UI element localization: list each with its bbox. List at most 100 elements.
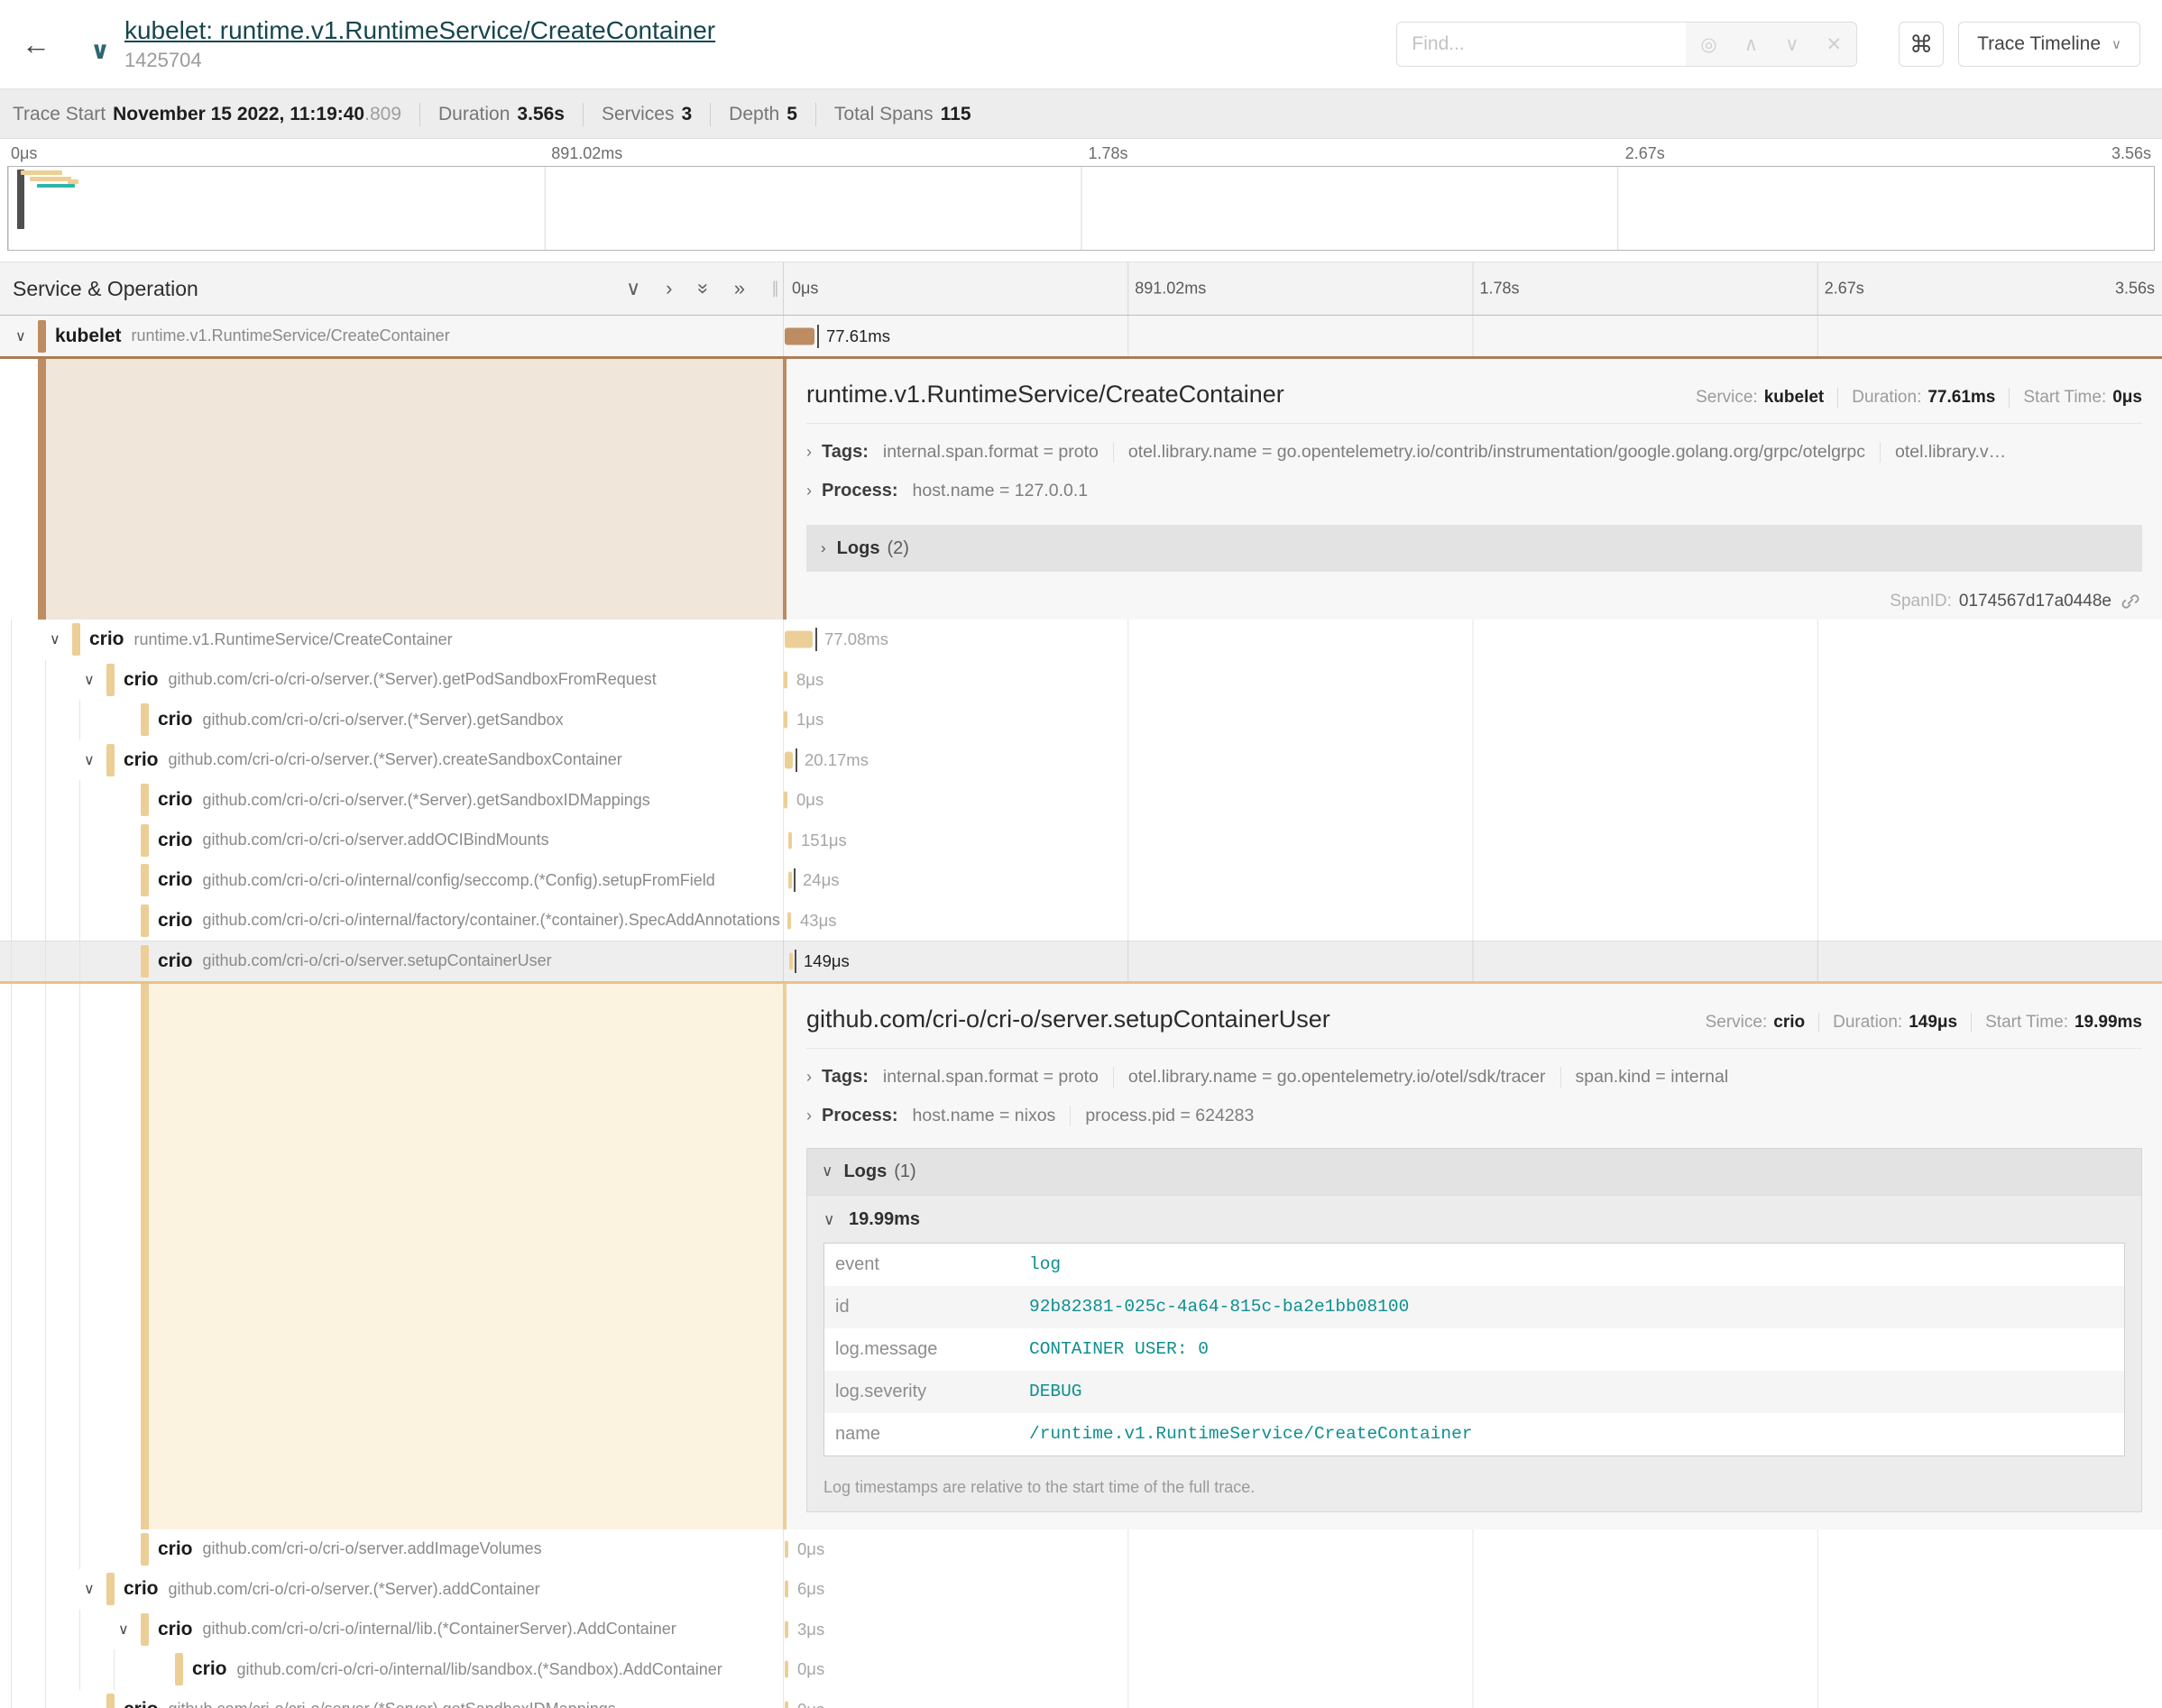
expander-icon: ∨: [822, 1162, 833, 1180]
header-controls: ◎ ∧ ∨ ✕ ⌘ Trace Timeline ∨: [1396, 22, 2162, 67]
back-icon[interactable]: ←: [22, 28, 51, 61]
indent-guide: [79, 1610, 114, 1650]
column-resize-handle[interactable]: ∥: [771, 280, 781, 298]
span-row[interactable]: crio github.com/cri-o/cri-o/server.(*Ser…: [0, 780, 2162, 821]
span-row[interactable]: crio github.com/cri-o/cri-o/server.addOC…: [0, 821, 2162, 861]
minimap-scrubber-handle[interactable]: [17, 170, 24, 229]
log-field-key: log.message: [835, 1339, 1029, 1360]
trace-start-value: November 15 2022, 11:19:40: [113, 104, 364, 125]
indent-guide: [79, 984, 114, 1529]
collapse-all-icon[interactable]: »: [692, 283, 715, 294]
expander-icon: ›: [821, 539, 826, 557]
span-row[interactable]: crio github.com/cri-o/cri-o/server.(*Ser…: [0, 700, 2162, 740]
span-row[interactable]: crio github.com/cri-o/cri-o/server.(*Ser…: [0, 1690, 2162, 1708]
log-field-value: DEBUG: [1029, 1382, 1082, 1401]
span-tick: [815, 628, 817, 651]
span-row-selected[interactable]: crio github.com/cri-o/cri-o/server.setup…: [0, 941, 2162, 981]
chevron-down-icon[interactable]: ∨: [79, 751, 106, 769]
span-row[interactable]: crio github.com/cri-o/cri-o/internal/con…: [0, 860, 2162, 901]
indent-guide: [114, 1649, 148, 1690]
span-row[interactable]: ∨ crio runtime.v1.RuntimeService/CreateC…: [0, 620, 2162, 660]
clear-search-icon[interactable]: ✕: [1826, 33, 1842, 56]
indent-guide: [11, 1569, 45, 1610]
log-entry-header[interactable]: ∨ 19.99ms: [807, 1196, 2141, 1239]
span-duration: 77.08ms: [824, 629, 888, 649]
service-color-bar: [141, 984, 149, 1529]
trace-start-ms: .809: [364, 104, 401, 125]
logs-accordion[interactable]: › Logs (2): [806, 525, 2142, 572]
trace-collapse-icon[interactable]: ∨: [90, 37, 110, 65]
span-bar[interactable]: [789, 952, 793, 969]
chevron-down-icon[interactable]: ∨: [45, 630, 72, 648]
span-bar[interactable]: [785, 1621, 788, 1638]
expander-icon: ∨: [823, 1211, 834, 1228]
process-label: Process:: [822, 1106, 898, 1126]
keyboard-shortcuts-button[interactable]: ⌘: [1899, 22, 1944, 67]
log-field-row: log.severity DEBUG: [824, 1371, 2124, 1413]
indent-guide: [11, 1529, 45, 1570]
find-input[interactable]: [1397, 23, 1686, 66]
span-bar[interactable]: [785, 327, 814, 344]
span-bar[interactable]: [784, 792, 787, 809]
span-bar[interactable]: [784, 712, 787, 729]
chevron-down-icon[interactable]: ∨: [79, 671, 106, 689]
chevron-down-icon[interactable]: ∨: [114, 1621, 141, 1639]
view-selector-button[interactable]: Trace Timeline ∨: [1958, 22, 2140, 67]
chevron-down-icon[interactable]: ∨: [11, 327, 38, 345]
process-row[interactable]: › Process: host.name = 127.0.0.1: [806, 481, 2142, 501]
indent-guide: [11, 984, 45, 1529]
span-bar[interactable]: [785, 1581, 788, 1598]
spanid-label: SpanID:: [1890, 592, 1952, 611]
expand-one-icon[interactable]: ›: [666, 277, 672, 300]
collapse-one-icon[interactable]: ∨: [626, 277, 640, 300]
span-row[interactable]: ∨ crio github.com/cri-o/cri-o/server.(*S…: [0, 740, 2162, 781]
span-bar[interactable]: [785, 1540, 788, 1557]
indent-guide: [11, 941, 45, 981]
chevron-down-icon: ∨: [2111, 36, 2121, 52]
indent-guide: [45, 1529, 79, 1570]
trace-start-label: Trace Start: [13, 104, 106, 125]
service-color-bar: [175, 1653, 183, 1685]
jaeger-trace-view: ← ∨ kubelet: runtime.v1.RuntimeService/C…: [0, 0, 2162, 1708]
link-icon[interactable]: [2121, 592, 2140, 611]
locate-icon[interactable]: ◎: [1700, 33, 1716, 56]
logs-accordion-header[interactable]: ∨ Logs (1): [807, 1149, 2141, 1196]
next-result-icon[interactable]: ∨: [1785, 33, 1799, 56]
tags-row[interactable]: › Tags: internal.span.format = proto ote…: [806, 442, 2142, 463]
span-duration: 3μs: [797, 1620, 824, 1639]
process-item: host.name = 127.0.0.1: [913, 481, 1103, 501]
trace-title-link[interactable]: kubelet: runtime.v1.RuntimeService/Creat…: [124, 16, 715, 45]
timeline-ruler: 0μs 891.02ms 1.78s 2.67s 3.56s: [783, 262, 2162, 315]
span-row[interactable]: crio github.com/cri-o/cri-o/internal/lib…: [0, 1649, 2162, 1690]
span-bar[interactable]: [784, 671, 787, 688]
indent-guide: [45, 901, 79, 941]
span-bar[interactable]: [785, 1701, 788, 1708]
minimap-canvas[interactable]: [7, 166, 2155, 251]
span-bar[interactable]: [787, 912, 791, 929]
span-row[interactable]: ∨ crio github.com/cri-o/cri-o/server.(*S…: [0, 660, 2162, 701]
span-tick: [796, 748, 797, 772]
minimap-ticks: 0μs 891.02ms 1.78s 2.67s 3.56s: [7, 142, 2155, 166]
section-title: Service & Operation: [13, 277, 626, 301]
span-bar[interactable]: [788, 831, 792, 849]
log-field-key: log.severity: [835, 1382, 1029, 1402]
span-row[interactable]: ∨ kubelet runtime.v1.RuntimeService/Crea…: [0, 316, 2162, 356]
span-bar[interactable]: [785, 751, 793, 768]
span-row[interactable]: crio github.com/cri-o/cri-o/server.addIm…: [0, 1529, 2162, 1570]
minimap-tick: 2.67s: [1625, 144, 1665, 163]
span-duration: 151μs: [801, 831, 847, 850]
chevron-down-icon[interactable]: ∨: [79, 1580, 106, 1598]
span-bar[interactable]: [785, 1661, 788, 1678]
span-row[interactable]: ∨ crio github.com/cri-o/cri-o/internal/l…: [0, 1610, 2162, 1650]
span-row[interactable]: crio github.com/cri-o/cri-o/internal/fac…: [0, 901, 2162, 941]
service-value: kubelet: [1764, 388, 1825, 408]
tags-row[interactable]: › Tags: internal.span.format = proto ote…: [806, 1067, 2142, 1088]
total-spans-value: 115: [941, 104, 971, 125]
expand-all-icon[interactable]: »: [734, 277, 745, 300]
process-row[interactable]: › Process: host.name = nixos process.pid…: [806, 1106, 2142, 1126]
prev-result-icon[interactable]: ∧: [1744, 33, 1758, 56]
span-bar[interactable]: [785, 631, 813, 648]
span-bar[interactable]: [788, 872, 792, 889]
span-row[interactable]: ∨ crio github.com/cri-o/cri-o/server.(*S…: [0, 1569, 2162, 1610]
minimap-tick: 1.78s: [1089, 144, 1128, 163]
